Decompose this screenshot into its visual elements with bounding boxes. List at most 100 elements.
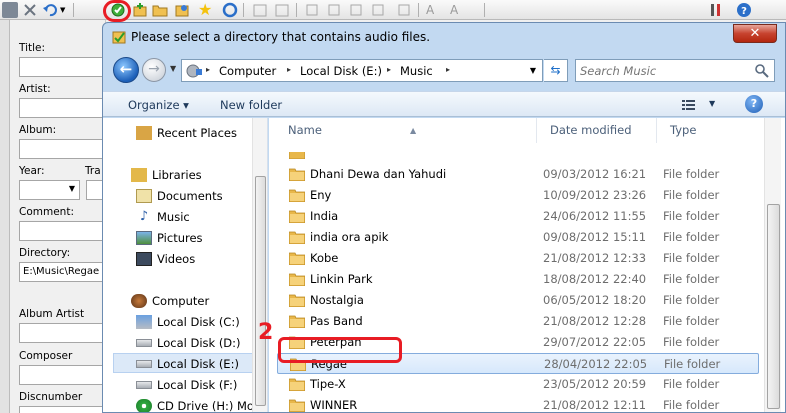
save-tag-icon[interactable] [274, 2, 290, 18]
year-dropdown[interactable]: ▼ [19, 180, 80, 200]
forward-button[interactable]: → [142, 58, 166, 82]
artist-field[interactable] [19, 98, 105, 118]
tag-panel: Title: Artist: Album: Year: Tra ▼ Commen… [10, 20, 106, 413]
tag-sources-icon[interactable] [304, 2, 320, 18]
favorite-icon[interactable]: ★ [198, 2, 214, 18]
back-arrow-icon: ← [119, 60, 133, 78]
nav-scrollbar[interactable] [252, 118, 267, 412]
chevron-down-icon: ▼ [68, 184, 75, 193]
playlist-icon[interactable] [174, 2, 190, 18]
composer-field[interactable] [19, 365, 105, 385]
comment-field[interactable] [19, 221, 105, 241]
chevron-down-icon[interactable]: ▼ [60, 2, 68, 18]
file-row[interactable]: India 24/06/2012 11:55 File folder [277, 206, 759, 227]
file-row-type: File folder [663, 377, 720, 391]
address-bar[interactable]: ▸ Computer ▸ Local Disk (E:) ▸ Music ▸ ▼ [181, 59, 543, 82]
change-view-button[interactable]: ▼ [681, 97, 721, 113]
chevron-down-icon[interactable]: ▼ [530, 66, 536, 75]
file-row-type: File folder [663, 188, 720, 202]
album-artist-field[interactable] [19, 323, 105, 343]
help-icon[interactable]: ? [736, 2, 752, 18]
panel-splitter[interactable] [0, 20, 10, 413]
refresh-button[interactable]: ⇆ [544, 59, 568, 82]
nav-item-local-disk-c[interactable]: Local Disk (C:) [136, 312, 240, 332]
nav-scrollbar-thumb[interactable] [255, 176, 266, 406]
help-button[interactable]: ? [745, 95, 763, 113]
file-row-partial[interactable] [277, 152, 759, 161]
album-field[interactable] [19, 139, 105, 159]
nav-item-local-disk-f[interactable]: Local Disk (F:) [136, 375, 237, 395]
search-input[interactable] [580, 62, 750, 79]
discnumber-field[interactable] [19, 406, 105, 413]
undo-icon[interactable] [42, 2, 58, 18]
new-folder-button[interactable]: New folder [220, 98, 282, 112]
actions-icon[interactable]: A [426, 2, 442, 18]
breadcrumb-separator[interactable]: ▸ [206, 65, 210, 74]
file-row-date: 23/05/2012 20:59 [543, 377, 647, 391]
open-folder-icon[interactable] [152, 2, 168, 18]
file-row-name: Eny [310, 188, 332, 202]
folder-icon [289, 152, 305, 159]
file-list-scrollbar[interactable] [764, 118, 781, 412]
remove-tag-icon[interactable] [252, 2, 268, 18]
file-row[interactable]: Dhani Dewa dan Yahudi 09/03/2012 16:21 Fil… [277, 164, 759, 185]
recent-locations-dropdown[interactable]: ▼ [170, 64, 176, 73]
file-row-name: Linkin Park [310, 272, 373, 286]
search-box[interactable] [575, 59, 775, 82]
nav-item-local-disk-d[interactable]: Local Disk (D:) [136, 333, 241, 353]
close-button[interactable]: ✕ [733, 24, 777, 43]
filename-to-tag-icon[interactable] [348, 2, 364, 18]
column-header-type[interactable]: Type [657, 118, 765, 143]
nav-item-documents[interactable]: Documents [136, 186, 223, 206]
nav-item-label: Local Disk (C:) [157, 315, 240, 329]
tag-to-filename-icon[interactable] [326, 2, 342, 18]
breadcrumb-separator[interactable]: ▸ [446, 65, 450, 74]
text-file-icon[interactable] [370, 2, 386, 18]
delete-icon[interactable] [22, 2, 38, 18]
nav-item-local-disk-e[interactable]: Local Disk (E:) [113, 353, 263, 373]
nav-item-pictures[interactable]: Pictures [136, 228, 203, 248]
add-directory-icon[interactable] [132, 2, 148, 18]
nav-item-libraries[interactable]: Libraries [131, 165, 202, 185]
nav-item-recent-places[interactable]: Recent Places [136, 123, 237, 143]
column-header-date[interactable]: Date modified [537, 118, 657, 143]
case-conversion-icon[interactable] [396, 2, 412, 18]
file-row[interactable]: Linkin Park 18/08/2012 22:40 File folder [277, 269, 759, 290]
breadcrumb-local-disk-e[interactable]: Local Disk (E:) [300, 64, 382, 78]
file-list-scrollbar-thumb[interactable] [767, 204, 780, 409]
file-row-type: File folder [663, 293, 720, 307]
directory-field[interactable]: E:\Music\Regae [19, 262, 105, 282]
nav-item-label: Recent Places [157, 126, 237, 140]
breadcrumb-music[interactable]: Music [400, 64, 433, 78]
file-row-type: File folder [663, 272, 720, 286]
refresh-icon: ⇆ [550, 63, 561, 77]
nav-item-cd-drive[interactable]: CD Drive (H:) Mo [136, 396, 254, 412]
file-row[interactable]: Eny 10/09/2012 23:26 File folder [277, 185, 759, 206]
file-row[interactable]: Kobe 21/08/2012 12:33 File folder [277, 248, 759, 269]
nav-item-music[interactable]: ♪ Music [136, 207, 190, 227]
file-row[interactable]: Tipe-X 23/05/2012 20:59 File folder [277, 374, 759, 395]
file-row[interactable]: india ora apik 09/08/2012 15:11 File folde… [277, 227, 759, 248]
refresh-icon[interactable] [222, 2, 238, 18]
back-button[interactable]: ← [113, 57, 139, 83]
file-row[interactable]: Nostalgia 06/05/2012 18:20 File folder [277, 290, 759, 311]
file-row[interactable]: WINNER 21/08/2012 12:11 File folder [277, 395, 759, 412]
breadcrumb-separator[interactable]: ▸ [287, 65, 291, 74]
column-header-name[interactable]: Name ▲ [275, 118, 537, 143]
folder-icon [289, 399, 305, 412]
breadcrumb-computer[interactable]: Computer [219, 64, 276, 78]
export-icon[interactable]: A [450, 2, 466, 18]
organize-menu[interactable]: Organize ▾ [128, 98, 189, 112]
folder-icon [289, 294, 305, 307]
options-icon[interactable] [708, 2, 724, 18]
nav-item-computer[interactable]: Computer [131, 291, 209, 311]
file-row-date: 28/04/2012 22:05 [544, 357, 648, 371]
title-field[interactable] [19, 57, 105, 77]
nav-item-label: Libraries [152, 168, 202, 182]
navigation-bar: ← → ▼ ▸ Computer ▸ Local Disk (E:) ▸ Mus… [103, 51, 785, 91]
breadcrumb-separator[interactable]: ▸ [387, 65, 391, 74]
save-icon[interactable] [2, 2, 18, 18]
nav-item-videos[interactable]: Videos [136, 249, 195, 269]
file-row[interactable]: Pas Band 21/08/2012 12:28 File folder [277, 311, 759, 332]
videos-icon [136, 251, 152, 266]
